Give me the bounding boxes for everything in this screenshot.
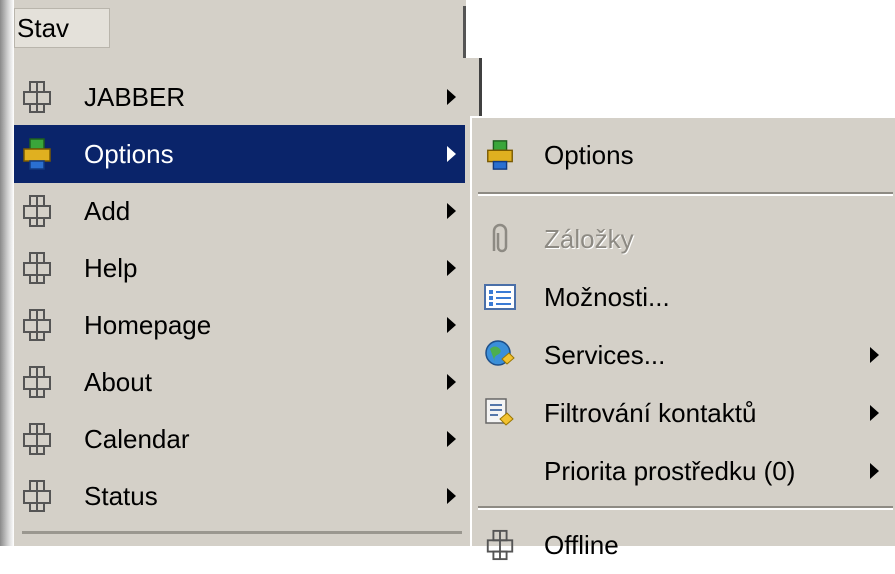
status-menu: JABBER Options Add Help Homepage About C… [14, 58, 482, 546]
plugin-icon [23, 195, 51, 227]
plugin-color-icon [487, 140, 513, 170]
submenu-arrow-icon [447, 317, 456, 333]
menu-item-label: Options [84, 139, 174, 169]
menu-item-jabber[interactable]: JABBER [14, 68, 465, 126]
menu-item-help[interactable]: Help [14, 239, 465, 297]
plugin-icon [23, 423, 51, 455]
menu-item-homepage[interactable]: Homepage [14, 296, 465, 354]
menu-item-calendar[interactable]: Calendar [14, 410, 465, 468]
submenu-arrow-icon [447, 146, 456, 162]
submenu-arrow-icon [447, 260, 456, 276]
plugin-icon [23, 309, 51, 341]
submenu-item-label: Offline [544, 530, 619, 560]
filter-icon [485, 398, 514, 426]
submenu-item-services[interactable]: Services... [472, 326, 895, 384]
menu-item-add[interactable]: Add [14, 182, 465, 240]
submenu-separator [478, 506, 893, 510]
menu-item-label: Status [84, 481, 158, 511]
menu-item-label: Add [84, 196, 131, 226]
submenu-item-filtrovani[interactable]: Filtrování kontaktů [472, 384, 895, 442]
plugin-icon [23, 366, 51, 398]
submenu-item-offline[interactable]: Offline [472, 516, 895, 574]
menu-item-options[interactable]: Options [14, 125, 465, 183]
submenu-arrow-icon [870, 463, 879, 479]
submenu-item-label: Options [544, 140, 634, 170]
globe-icon [485, 340, 515, 366]
submenu-separator [478, 192, 893, 196]
submenu-arrow-icon [870, 405, 879, 421]
submenu-item-options[interactable]: Options [472, 126, 895, 184]
submenu-item-priorita[interactable]: Priorita prostředku (0) [472, 442, 895, 500]
submenu-item-label: Možnosti... [544, 282, 670, 312]
submenu-arrow-icon [447, 89, 456, 105]
plugin-icon [23, 81, 51, 113]
paperclip-icon [492, 223, 508, 253]
submenu-item-label: Priorita prostředku (0) [544, 456, 796, 486]
submenu-arrow-icon [447, 488, 456, 504]
submenu-arrow-icon [870, 347, 879, 363]
settings-list-icon [484, 284, 516, 310]
window-shadow [0, 0, 14, 546]
submenu-item-label: Filtrování kontaktů [544, 398, 757, 428]
submenu-item-zalozky: Záložky [472, 210, 895, 268]
submenu-item-label: Záložky [544, 224, 634, 254]
menubar-separator [463, 6, 466, 58]
menubar-stav[interactable]: Stav [14, 8, 110, 48]
menu-item-about[interactable]: About [14, 353, 465, 411]
plugin-icon [486, 529, 514, 561]
submenu-item-moznosti[interactable]: Možnosti... [472, 268, 895, 326]
plugin-color-icon [23, 138, 51, 170]
menubar-stav-label: Stav [17, 13, 70, 43]
menu-item-label: Homepage [84, 310, 212, 340]
menu-item-label: Calendar [84, 424, 190, 454]
submenu-arrow-icon [447, 203, 456, 219]
submenu-item-label: Services... [544, 340, 666, 370]
menu-divider [22, 531, 462, 534]
menu-item-label: About [84, 367, 152, 397]
submenu-arrow-icon [447, 431, 456, 447]
submenu-arrow-icon [447, 374, 456, 390]
menu-item-label: JABBER [84, 82, 186, 112]
options-submenu: Options Záložky Možnosti... Services... [470, 116, 895, 561]
menu-item-status[interactable]: Status [14, 467, 465, 525]
plugin-icon [23, 252, 51, 284]
menu-item-label: Help [84, 253, 138, 283]
plugin-icon [23, 480, 51, 512]
